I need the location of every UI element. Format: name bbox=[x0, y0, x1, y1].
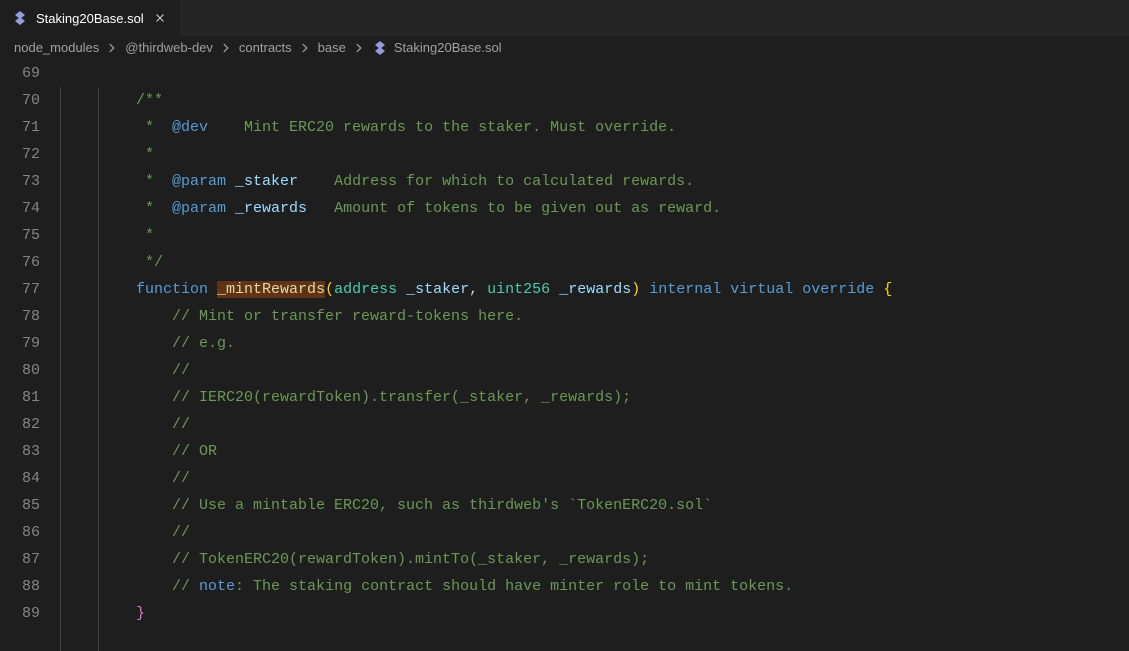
line-number: 69 bbox=[10, 60, 40, 87]
chevron-right-icon bbox=[105, 41, 119, 55]
tab-bar: Staking20Base.sol bbox=[0, 0, 1129, 36]
code-line[interactable]: // Mint or transfer reward-tokens here. bbox=[100, 303, 1129, 330]
line-number: 74 bbox=[10, 195, 40, 222]
code-line[interactable]: // bbox=[100, 357, 1129, 384]
code-line[interactable]: * bbox=[100, 222, 1129, 249]
line-number: 81 bbox=[10, 384, 40, 411]
tab-label: Staking20Base.sol bbox=[36, 11, 144, 26]
code-line[interactable]: * @param _staker Address for which to ca… bbox=[100, 168, 1129, 195]
breadcrumb-item[interactable]: contracts bbox=[239, 40, 292, 55]
chevron-right-icon bbox=[298, 41, 312, 55]
line-number: 79 bbox=[10, 330, 40, 357]
line-number-gutter: 6970717273747576777879808182838485868788… bbox=[0, 60, 60, 651]
code-line[interactable]: // bbox=[100, 411, 1129, 438]
code-line[interactable]: // IERC20(rewardToken).transfer(_staker,… bbox=[100, 384, 1129, 411]
editor-tab[interactable]: Staking20Base.sol bbox=[0, 0, 181, 36]
line-number: 80 bbox=[10, 357, 40, 384]
code-line[interactable]: // Use a mintable ERC20, such as thirdwe… bbox=[100, 492, 1129, 519]
line-number: 73 bbox=[10, 168, 40, 195]
line-number: 71 bbox=[10, 114, 40, 141]
chevron-right-icon bbox=[352, 41, 366, 55]
line-number: 77 bbox=[10, 276, 40, 303]
line-number: 86 bbox=[10, 519, 40, 546]
line-number: 84 bbox=[10, 465, 40, 492]
code-line[interactable]: // OR bbox=[100, 438, 1129, 465]
line-number: 75 bbox=[10, 222, 40, 249]
code-line[interactable]: // bbox=[100, 519, 1129, 546]
line-number: 70 bbox=[10, 87, 40, 114]
breadcrumb-item[interactable]: node_modules bbox=[14, 40, 99, 55]
code-line[interactable]: // e.g. bbox=[100, 330, 1129, 357]
code-editor[interactable]: 6970717273747576777879808182838485868788… bbox=[0, 60, 1129, 651]
line-number: 89 bbox=[10, 600, 40, 627]
line-number: 85 bbox=[10, 492, 40, 519]
solidity-file-icon bbox=[372, 40, 388, 56]
code-line[interactable]: // note: The staking contract should hav… bbox=[100, 573, 1129, 600]
code-line[interactable]: * @dev Mint ERC20 rewards to the staker.… bbox=[100, 114, 1129, 141]
code-line[interactable]: function _mintRewards(address _staker, u… bbox=[100, 276, 1129, 303]
code-line[interactable]: */ bbox=[100, 249, 1129, 276]
line-number: 87 bbox=[10, 546, 40, 573]
line-number: 78 bbox=[10, 303, 40, 330]
line-number: 76 bbox=[10, 249, 40, 276]
code-line[interactable]: * @param _rewards Amount of tokens to be… bbox=[100, 195, 1129, 222]
breadcrumb-item[interactable]: @thirdweb-dev bbox=[125, 40, 213, 55]
code-line[interactable]: // TokenERC20(rewardToken).mintTo(_stake… bbox=[100, 546, 1129, 573]
code-line[interactable]: * bbox=[100, 141, 1129, 168]
code-line[interactable]: /** bbox=[100, 87, 1129, 114]
solidity-file-icon bbox=[12, 10, 28, 26]
line-number: 82 bbox=[10, 411, 40, 438]
indent-guides bbox=[60, 60, 100, 651]
line-number: 88 bbox=[10, 573, 40, 600]
chevron-right-icon bbox=[219, 41, 233, 55]
code-line[interactable] bbox=[100, 60, 1129, 87]
line-number: 72 bbox=[10, 141, 40, 168]
code-content[interactable]: /** * @dev Mint ERC20 rewards to the sta… bbox=[100, 60, 1129, 651]
breadcrumb-item[interactable]: Staking20Base.sol bbox=[394, 40, 502, 55]
line-number: 83 bbox=[10, 438, 40, 465]
close-icon[interactable] bbox=[152, 10, 168, 26]
breadcrumb-item[interactable]: base bbox=[318, 40, 346, 55]
breadcrumb[interactable]: node_modules @thirdweb-dev contracts bas… bbox=[0, 36, 1129, 60]
code-line[interactable]: } bbox=[100, 600, 1129, 627]
code-line[interactable]: // bbox=[100, 465, 1129, 492]
